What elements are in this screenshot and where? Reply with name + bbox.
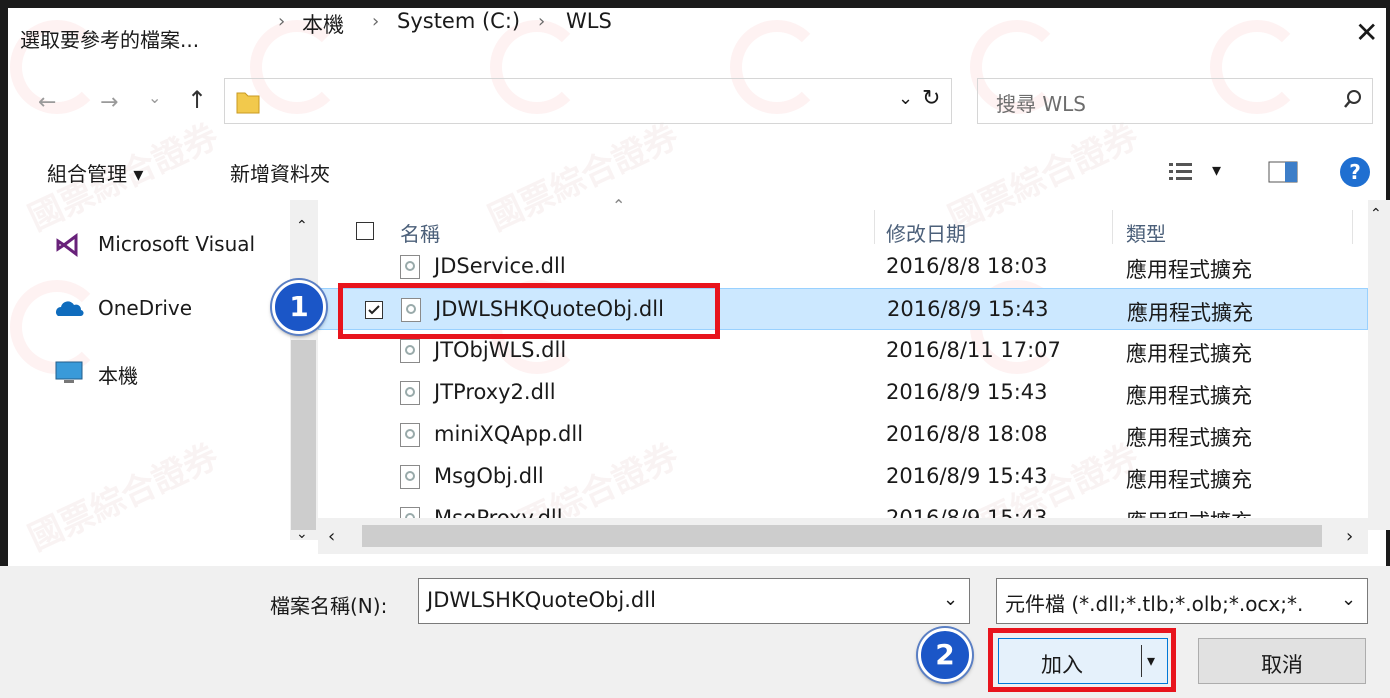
file-name: MsgObj.dll: [434, 464, 544, 488]
file-row[interactable]: miniXQApp.dll 2016/8/8 18:08 應用程式擴充: [318, 414, 1368, 456]
organize-button[interactable]: 組合管理 ▾: [47, 158, 143, 187]
file-type: 應用程式擴充: [1126, 506, 1252, 518]
view-dropdown-icon[interactable]: ▾: [1212, 160, 1221, 181]
file-type-filter-value: 元件檔 (*.dll;*.tlb;*.olb;*.ocx;*.: [1005, 592, 1304, 616]
column-header-type[interactable]: 類型: [1126, 218, 1166, 247]
view-options-icon[interactable]: [1168, 160, 1196, 184]
filter-dropdown-icon[interactable]: ⌄: [1341, 589, 1356, 610]
file-modified: 2016/8/8 18:03: [886, 254, 1048, 278]
file-modified: 2016/8/9 15:43: [886, 506, 1048, 518]
callout-step-1: 1: [272, 280, 326, 334]
address-dropdown-icon[interactable]: ⌄: [898, 88, 913, 109]
forward-button[interactable]: →: [100, 90, 118, 115]
sidebar-item-microsoft-visual[interactable]: Microsoft Visual: [98, 232, 255, 256]
address-separator: ›: [278, 11, 286, 32]
new-folder-button[interactable]: 新增資料夾: [230, 158, 330, 187]
address-bar[interactable]: [224, 78, 952, 124]
file-name: MsgProxy.dll: [434, 506, 563, 518]
dll-file-icon: [400, 381, 420, 405]
filename-input[interactable]: JDWLSHKQuoteObj.dll ⌄: [418, 578, 970, 624]
file-modified: 2016/8/9 15:43: [887, 297, 1049, 321]
scroll-down-icon[interactable]: ⌄: [296, 526, 308, 542]
callout-highlight-add: [988, 628, 1176, 692]
filename-value: JDWLSHKQuoteObj.dll: [427, 588, 656, 612]
up-button[interactable]: ↑: [187, 86, 207, 114]
dll-file-icon: [400, 255, 420, 279]
filename-dropdown-icon[interactable]: ⌄: [943, 589, 958, 610]
file-modified: 2016/8/9 15:43: [886, 380, 1048, 404]
scroll-left-icon[interactable]: ‹: [328, 526, 335, 547]
computer-icon: [54, 360, 84, 386]
column-divider: [874, 210, 875, 244]
file-type: 應用程式擴充: [1126, 342, 1252, 366]
file-name: miniXQApp.dll: [434, 422, 584, 446]
address-segment-wls[interactable]: WLS: [566, 9, 612, 33]
folder-icon: [236, 87, 260, 115]
callout-step-2: 2: [918, 628, 972, 682]
address-separator: ›: [372, 11, 380, 32]
file-name: JDService.dll: [434, 254, 566, 278]
sidebar-scroll-thumb[interactable]: [291, 340, 316, 530]
file-row[interactable]: MsgProxy.dll 2016/8/9 15:43 應用程式擴充: [318, 498, 1368, 518]
select-all-checkbox[interactable]: [356, 222, 374, 240]
recent-locations-button[interactable]: ⌄: [148, 88, 161, 107]
cancel-button[interactable]: 取消: [1198, 638, 1366, 684]
sidebar-item-this-pc[interactable]: 本機: [98, 360, 138, 389]
dll-file-icon: [400, 507, 420, 518]
address-separator: ›: [538, 11, 546, 32]
scroll-right-icon[interactable]: ›: [1346, 526, 1353, 547]
dll-file-icon: [400, 423, 420, 447]
column-more-icon[interactable]: ⌃: [1370, 206, 1382, 222]
file-type: 應用程式擴充: [1127, 301, 1253, 325]
address-segment-this-pc[interactable]: 本機: [302, 9, 344, 39]
dll-file-icon: [400, 339, 420, 363]
dll-file-icon: [400, 465, 420, 489]
column-divider: [1112, 210, 1113, 244]
search-input[interactable]: 搜尋 WLS: [996, 88, 1086, 117]
sidebar-item-onedrive[interactable]: OneDrive: [98, 296, 192, 320]
file-type: 應用程式擴充: [1126, 426, 1252, 450]
file-type: 應用程式擴充: [1126, 384, 1252, 408]
dialog-title: 選取要參考的檔案...: [20, 28, 200, 52]
callout-highlight-file: [338, 283, 720, 339]
column-header-name[interactable]: 名稱: [400, 218, 440, 247]
close-button[interactable]: ✕: [1355, 16, 1378, 49]
scroll-up-icon[interactable]: ⌃: [296, 218, 308, 234]
address-segment-system-c[interactable]: System (C:): [397, 9, 520, 33]
preview-pane-icon[interactable]: [1268, 160, 1300, 184]
file-row-partial-clip: MsgProxy.dll 2016/8/9 15:43 應用程式擴充: [318, 498, 1368, 518]
onedrive-icon: [54, 298, 84, 320]
file-row[interactable]: MsgObj.dll 2016/8/9 15:43 應用程式擴充: [318, 456, 1368, 498]
file-list-scrollbar[interactable]: [1368, 200, 1390, 530]
back-button[interactable]: ←: [38, 90, 56, 115]
file-modified: 2016/8/11 17:07: [886, 338, 1061, 362]
file-type: 應用程式擴充: [1126, 258, 1252, 282]
search-icon[interactable]: [1342, 88, 1364, 112]
refresh-icon[interactable]: ↻: [922, 86, 940, 111]
file-type: 應用程式擴充: [1126, 468, 1252, 492]
column-header-modified[interactable]: 修改日期: [886, 218, 966, 247]
sort-indicator-icon: ⌃: [612, 196, 626, 215]
cancel-button-label: 取消: [1261, 653, 1303, 677]
file-name: JTProxy2.dll: [434, 380, 556, 404]
file-modified: 2016/8/8 18:08: [886, 422, 1048, 446]
horizontal-scroll-thumb[interactable]: [362, 525, 1322, 547]
file-type-filter-select[interactable]: 元件檔 (*.dll;*.tlb;*.olb;*.ocx;*. ⌄: [996, 578, 1368, 624]
help-icon[interactable]: ?: [1340, 157, 1370, 187]
file-modified: 2016/8/9 15:43: [886, 464, 1048, 488]
visual-studio-icon: [55, 232, 81, 258]
file-row[interactable]: JDService.dll 2016/8/8 18:03 應用程式擴充: [318, 246, 1368, 288]
column-divider: [1352, 210, 1353, 244]
file-name: JTObjWLS.dll: [434, 338, 567, 362]
file-row[interactable]: JTProxy2.dll 2016/8/9 15:43 應用程式擴充: [318, 372, 1368, 414]
filename-label: 檔案名稱(N):: [270, 594, 388, 618]
